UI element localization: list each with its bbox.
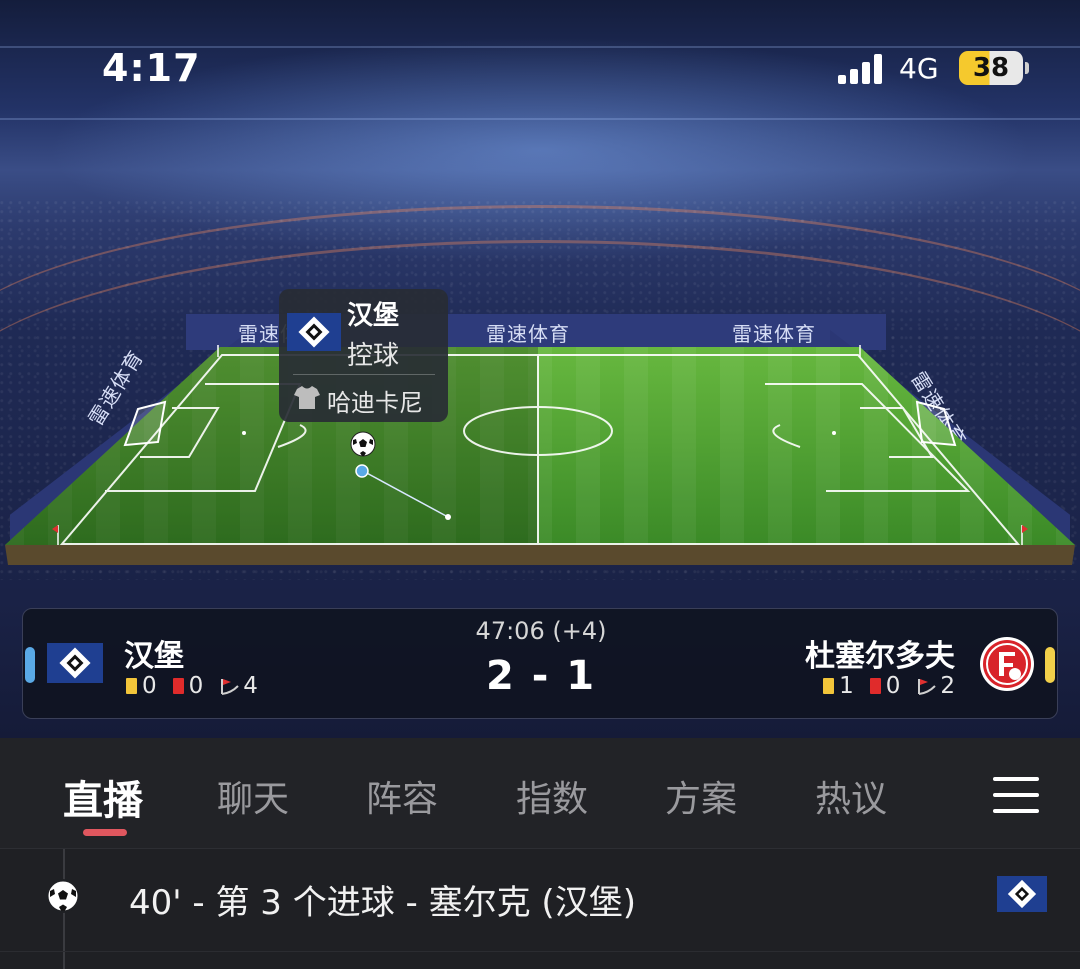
possession-state: 控球 [347, 341, 400, 371]
red-card-icon [869, 678, 881, 694]
tooltip-divider [293, 374, 435, 375]
shirt-icon [293, 383, 321, 411]
tab-discussion[interactable]: 热议 [815, 770, 887, 822]
network-type: 4G [899, 52, 939, 85]
battery-tip [1025, 62, 1029, 74]
pitch-graphic [5, 345, 1075, 565]
tab-lineup[interactable]: 阵容 [366, 770, 438, 822]
tab-plans[interactable]: 方案 [665, 770, 737, 822]
tab-odds[interactable]: 指数 [516, 770, 588, 822]
roof-beam [0, 118, 1080, 120]
event-divider [0, 951, 1080, 952]
away-yellow-count: 1 [839, 673, 854, 699]
event-team-badge-icon [997, 876, 1047, 912]
event-description[interactable]: 40' - 第 3 个进球 - 塞尔克 (汉堡) [129, 875, 636, 924]
corner-flag-icon [918, 679, 937, 695]
team-badge-icon [287, 313, 341, 351]
possession-tooltip: 汉堡 控球 哈迪卡尼 [279, 289, 448, 422]
possession-team: 汉堡 [347, 301, 400, 331]
tab-live[interactable]: 直播 [63, 768, 143, 826]
scoreboard: 汉堡 0 0 4 47:06 (+4) 2 - 1 杜塞尔多夫 1 0 2 [22, 608, 1058, 719]
event-list: 40' - 第 3 个进球 - 塞尔克 (汉堡) [0, 849, 1080, 969]
possession-player: 哈迪卡尼 [327, 389, 423, 417]
away-team-badge-icon[interactable] [979, 636, 1035, 692]
away-color-bar [1045, 647, 1055, 683]
away-team-name[interactable]: 杜塞尔多夫 [805, 631, 955, 675]
away-corner-count: 2 [940, 673, 955, 699]
signal-icon [838, 54, 886, 84]
menu-icon[interactable] [993, 775, 1039, 815]
away-red-count: 0 [885, 673, 901, 699]
yellow-card-icon [823, 678, 835, 694]
battery-icon: 38 [959, 51, 1023, 85]
ball-icon [350, 431, 376, 457]
ad-board-text: 雷速体育 [486, 322, 570, 346]
pitch [0, 345, 1080, 575]
stadium-hero: 4:17 4G 38 雷速体育 雷速体育 雷速体育 雷速体育 雷速体育 [0, 0, 1080, 738]
ad-board-text: 雷速体育 [732, 322, 816, 346]
away-stats: 1 0 2 [823, 673, 955, 699]
tab-bar: 直播 聊天 阵容 指数 方案 热议 [0, 738, 1080, 848]
status-time: 4:17 [102, 46, 201, 90]
active-tab-indicator [83, 829, 127, 836]
soccer-ball-icon [46, 879, 80, 913]
tab-chat[interactable]: 聊天 [217, 770, 289, 822]
